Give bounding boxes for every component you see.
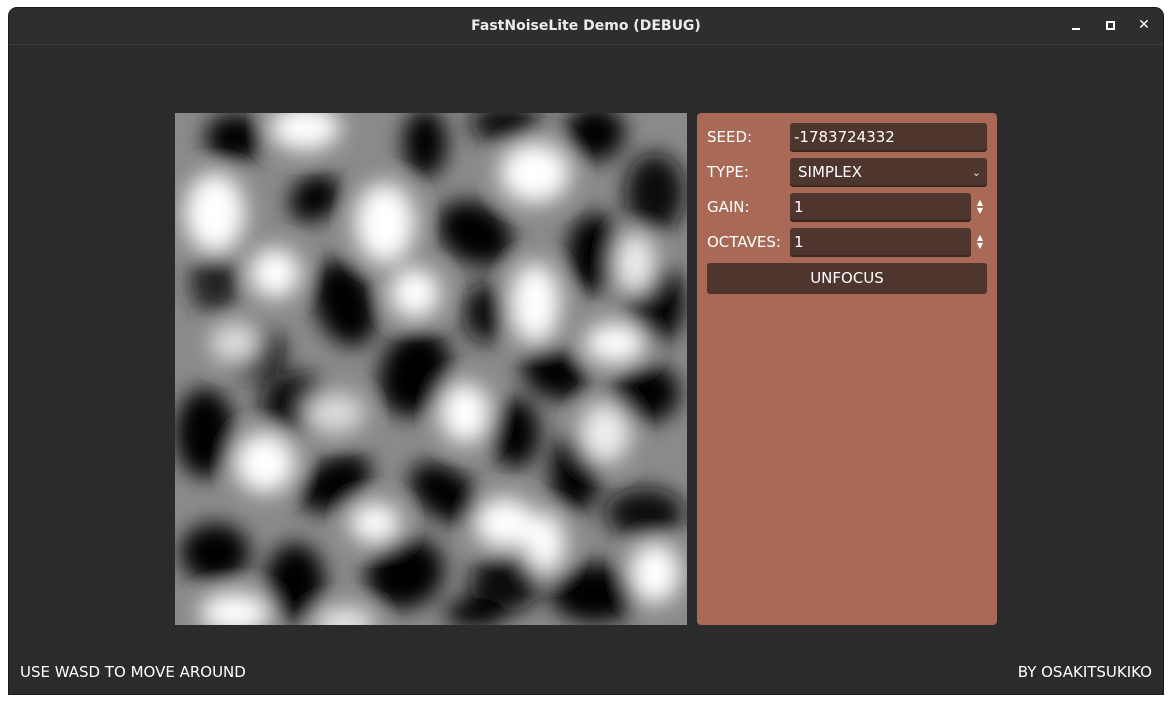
type-label: TYPE: <box>707 163 749 181</box>
seed-label: SEED: <box>707 128 753 146</box>
gain-input[interactable]: 1 <box>790 193 971 222</box>
close-icon: ✕ <box>1138 17 1150 33</box>
octaves-input[interactable]: 1 <box>790 228 971 257</box>
maximize-button[interactable] <box>1101 16 1119 34</box>
chevron-down-icon: ⌄ <box>971 166 981 179</box>
type-select[interactable]: SIMPLEX ⌄ <box>790 158 987 187</box>
octaves-label: OCTAVES: <box>707 233 781 251</box>
octaves-stepper-icon[interactable]: ▲ ▼ <box>974 234 986 252</box>
unfocus-button[interactable]: UNFOCUS <box>707 263 987 294</box>
seed-input[interactable]: -1783724332 <box>790 123 987 152</box>
author-credit: BY OSAKITSUKIKO <box>1017 663 1152 681</box>
controls-hint: USE WASD TO MOVE AROUND <box>20 663 246 681</box>
close-button[interactable]: ✕ <box>1135 16 1153 34</box>
title-bar[interactable]: FastNoiseLite Demo (DEBUG) ✕ <box>9 8 1163 45</box>
window-title: FastNoiseLite Demo (DEBUG) <box>471 18 701 34</box>
settings-panel: SEED: -1783724332 TYPE: SIMPLEX ⌄ GAIN: … <box>697 113 997 625</box>
noise-image <box>175 113 687 625</box>
maximize-icon <box>1106 21 1115 30</box>
minimize-icon <box>1072 28 1080 30</box>
app-window: FastNoiseLite Demo (DEBUG) ✕ SEED: -1783… <box>9 8 1163 694</box>
noise-preview[interactable] <box>175 113 687 625</box>
gain-label: GAIN: <box>707 198 750 216</box>
type-select-value: SIMPLEX <box>798 163 863 181</box>
minimize-button[interactable] <box>1067 16 1085 34</box>
gain-stepper-icon[interactable]: ▲ ▼ <box>974 199 986 217</box>
